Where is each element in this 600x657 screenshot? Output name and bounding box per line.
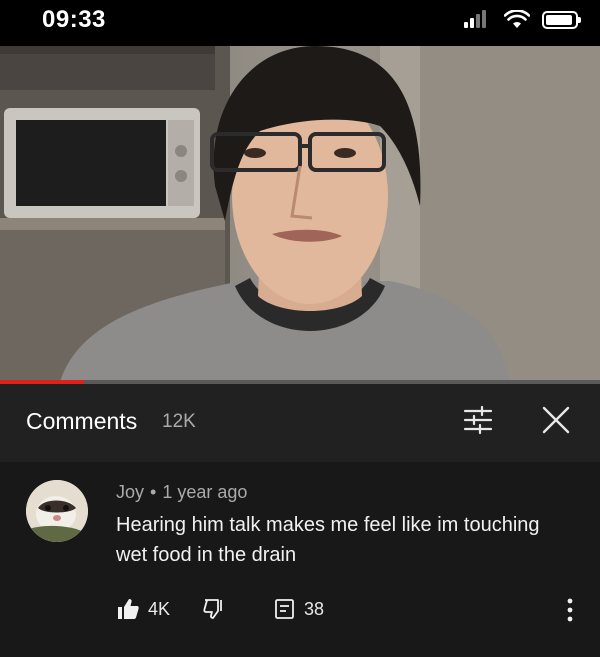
battery-icon	[542, 11, 581, 29]
comments-count: 12K	[162, 411, 196, 432]
comments-title: Comments	[26, 408, 138, 434]
avatar[interactable]	[26, 480, 88, 542]
video-frame	[0, 46, 600, 382]
thumbs-up-icon	[118, 599, 139, 619]
wifi-icon	[504, 10, 530, 28]
like-button[interactable]: 4K	[116, 597, 170, 621]
comment-time: 1 year ago	[162, 482, 248, 502]
reply-button[interactable]: 38	[274, 598, 324, 620]
comments-header: Comments 12K	[0, 384, 600, 462]
comment-meta: Joy • 1 year ago	[116, 482, 247, 503]
dislike-button[interactable]	[202, 597, 226, 621]
more-vertical-icon[interactable]	[560, 596, 580, 624]
comment-actions: 4K 38	[116, 594, 324, 624]
comment-item: Joy • 1 year ago Hearing him talk makes me…	[0, 462, 600, 657]
comment-text: Hearing him talk makes me feel like im t…	[116, 514, 540, 566]
comment-author[interactable]: Joy	[116, 482, 144, 502]
like-count: 4K	[148, 598, 171, 619]
status-time: 09:33	[42, 6, 106, 33]
video-player[interactable]	[0, 46, 600, 382]
close-icon[interactable]	[540, 404, 572, 436]
reply-icon	[275, 599, 294, 619]
status-icons	[464, 8, 581, 32]
ferret-avatar-icon	[26, 480, 88, 542]
thumbs-down-icon	[203, 599, 222, 619]
reply-count: 38	[304, 598, 325, 619]
meta-separator: •	[150, 482, 157, 502]
status-bar: 09:33	[0, 0, 600, 46]
filter-icon[interactable]	[462, 404, 494, 436]
signal-icon	[464, 10, 492, 30]
